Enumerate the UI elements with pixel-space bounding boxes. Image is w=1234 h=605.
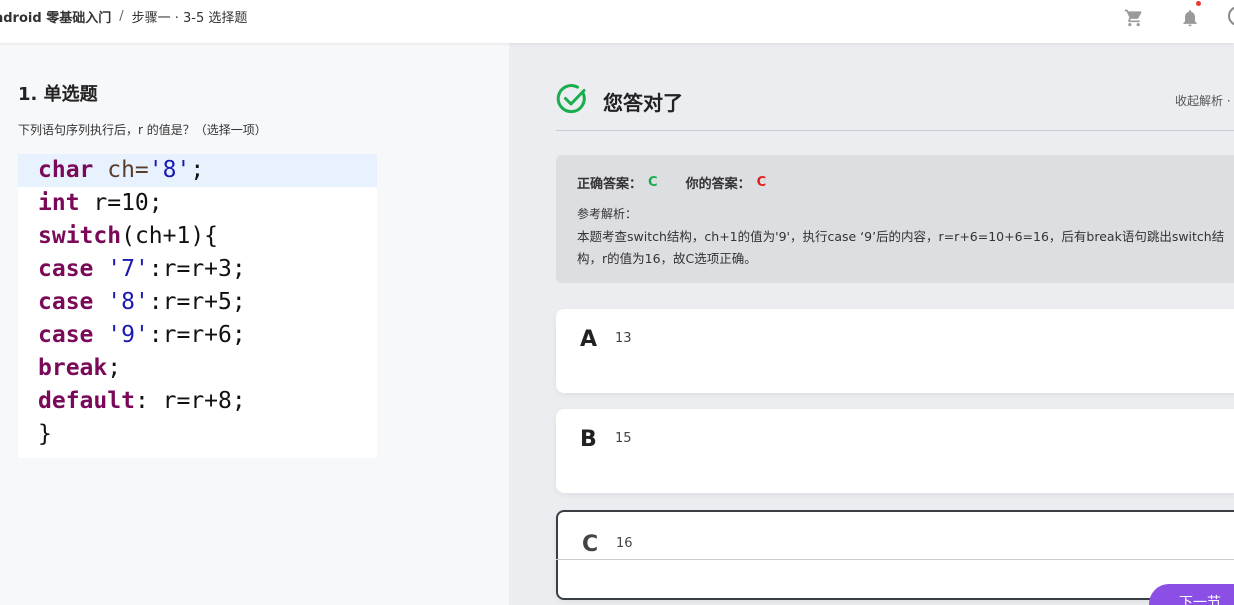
breadcrumb-course[interactable]: ndroid 零基础入门 (0, 7, 111, 26)
result-status: 您答对了 (603, 91, 683, 115)
your-answer-label: 你的答案： (685, 177, 751, 192)
breadcrumb: ndroid 零基础入门 / 步骤一 · 3-5 选择题 (0, 7, 247, 26)
option-letter: C (582, 532, 599, 557)
your-answer-value: C (756, 175, 767, 190)
answer-row: 正确答案： C 你的答案： C (577, 173, 1234, 192)
top-bar: ndroid 零基础入门 / 步骤一 · 3-5 选择题 (0, 0, 1234, 43)
code-line: case '9':r=r+6; (38, 322, 246, 348)
option-a[interactable]: A 13 (556, 309, 1234, 393)
reference-text: 本题考查switch结构，ch+1的值为'9'，执行case ‘9’后的内容，r… (577, 229, 1225, 266)
correct-answer-value: C (648, 175, 658, 190)
divider (556, 130, 1234, 131)
question-title: 1. 单选题 (18, 84, 98, 105)
code-line: case '8':r=r+5; (38, 289, 246, 315)
scroll-divider (556, 559, 1234, 560)
code-line: char ch='8'; (18, 154, 377, 187)
check-circle-icon (556, 84, 586, 114)
code-line: switch(ch+1){ (38, 223, 219, 249)
code-line: } (38, 421, 52, 447)
code-line: default: r=r+8; (38, 388, 246, 414)
option-value: 16 (616, 536, 633, 551)
correct-answer-label: 正确答案： (577, 177, 643, 192)
answer-panel: 您答对了 收起解析 · 正确答案： C 你的答案： C 参考解析： 本题考查sw… (509, 43, 1234, 605)
option-value: 15 (615, 431, 632, 446)
next-section-button[interactable]: 下一节 (1149, 584, 1234, 605)
notification-dot (1196, 1, 1201, 6)
breadcrumb-step: 步骤一 · 3-5 选择题 (131, 11, 248, 26)
option-letter: A (580, 327, 598, 352)
breadcrumb-separator: / (119, 9, 124, 24)
code-line: case '7':r=r+3; (38, 256, 246, 282)
question-description: 下列语句序列执行后，r 的值是？（选择一项） (18, 123, 267, 137)
option-value: 13 (615, 331, 632, 346)
code-line: break; (38, 355, 122, 381)
bell-icon[interactable] (1180, 8, 1200, 28)
collapse-analysis-link[interactable]: 收起解析 · (1175, 92, 1231, 109)
reference-label: 参考解析： (577, 207, 638, 221)
option-letter: B (580, 427, 597, 452)
cart-icon[interactable] (1124, 8, 1144, 28)
analysis-box: 正确答案： C 你的答案： C 参考解析： 本题考查switch结构，ch+1的… (556, 155, 1234, 283)
user-icon[interactable] (1228, 6, 1234, 26)
option-c[interactable]: C 16 (556, 510, 1234, 600)
code-line: int r=10; (38, 190, 163, 216)
code-block: char ch='8'; int r=10; switch(ch+1){ case '… (18, 154, 377, 458)
question-panel: 1. 单选题 下列语句序列执行后，r 的值是？（选择一项） char ch='8… (0, 43, 509, 605)
option-b[interactable]: B 15 (556, 409, 1234, 493)
